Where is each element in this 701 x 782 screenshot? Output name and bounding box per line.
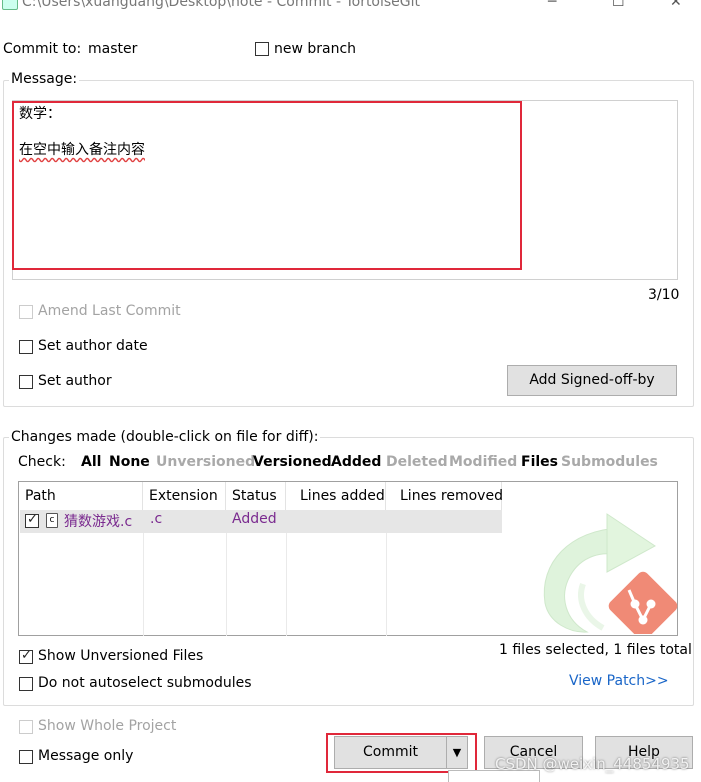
table-row[interactable]: c 猜数游戏.c .c Added (20, 510, 502, 533)
filter-versioned[interactable]: Versioned (253, 454, 332, 470)
column-header-path[interactable]: Path (19, 482, 143, 510)
set-author-date-label: Set author date (38, 338, 148, 354)
no-autoselect-submodules-label: Do not autoselect submodules (38, 675, 252, 691)
filter-files[interactable]: Files (521, 454, 558, 470)
row-extension: .c (150, 511, 163, 527)
new-branch-label[interactable]: new branch (274, 41, 356, 57)
column-header-status[interactable]: Status (226, 482, 286, 510)
files-summary: 1 files selected, 1 files total (499, 642, 692, 658)
row-checkbox[interactable] (25, 512, 39, 528)
filter-deleted[interactable]: Deleted (386, 454, 448, 470)
set-author-date-checkbox[interactable] (19, 340, 33, 354)
highlight-message-box (12, 101, 522, 270)
filter-unversioned[interactable]: Unversioned (156, 454, 255, 470)
message-only-checkbox[interactable] (19, 750, 33, 764)
filter-all[interactable]: All (81, 454, 101, 470)
tortoisegit-app-icon (2, 0, 18, 10)
csdn-watermark: CSDN @weixin_44854935 (495, 755, 690, 773)
view-patch-link[interactable]: View Patch>> (569, 673, 669, 689)
tortoisegit-logo-icon (543, 513, 678, 634)
check-label: Check: (18, 454, 66, 470)
no-autoselect-submodules-checkbox[interactable] (19, 677, 33, 691)
set-author-label: Set author (38, 373, 112, 389)
message-only-label: Message only (38, 748, 134, 764)
branch-name: master (88, 41, 138, 57)
amend-last-commit-checkbox[interactable] (19, 305, 33, 319)
new-branch-checkbox[interactable] (255, 42, 269, 56)
highlight-commit-button (326, 733, 477, 773)
filter-none[interactable]: None (109, 454, 150, 470)
row-path: 猜数游戏.c (64, 514, 133, 530)
close-button[interactable]: ✕ (670, 0, 682, 10)
minimize-button[interactable]: ─ (548, 0, 556, 10)
maximize-button[interactable]: ☐ (612, 0, 625, 10)
row-status: Added (232, 511, 277, 527)
filter-modified[interactable]: Modified (449, 454, 517, 470)
amend-last-commit-label: Amend Last Commit (38, 303, 181, 319)
set-author-checkbox[interactable] (19, 375, 33, 389)
changes-group-label: Changes made (double-click on file for d… (9, 429, 321, 445)
column-header-lines-removed[interactable]: Lines removed (386, 482, 503, 510)
changed-files-list[interactable]: Path Extension Status Lines added Lines … (18, 481, 678, 636)
column-header-lines-added[interactable]: Lines added (286, 482, 386, 510)
show-unversioned-label: Show Unversioned Files (38, 648, 204, 664)
filter-added[interactable]: Added (331, 454, 381, 470)
message-counter: 3/10 (648, 287, 680, 303)
filter-submodules[interactable]: Submodules (561, 454, 658, 470)
column-header-extension[interactable]: Extension (143, 482, 226, 510)
add-signed-off-by-button[interactable]: Add Signed-off-by (507, 365, 677, 396)
show-whole-project-checkbox[interactable] (19, 720, 33, 734)
title-bar: C:\Users\xuanguang\Desktop\note - Commit… (0, 0, 701, 14)
window-title: C:\Users\xuanguang\Desktop\note - Commit… (22, 0, 421, 10)
show-unversioned-checkbox[interactable] (19, 648, 33, 664)
show-whole-project-label: Show Whole Project (38, 718, 177, 734)
commit-to-label: Commit to: (3, 41, 82, 57)
c-file-icon: c (46, 513, 58, 528)
message-group-label: Message: (9, 71, 80, 87)
